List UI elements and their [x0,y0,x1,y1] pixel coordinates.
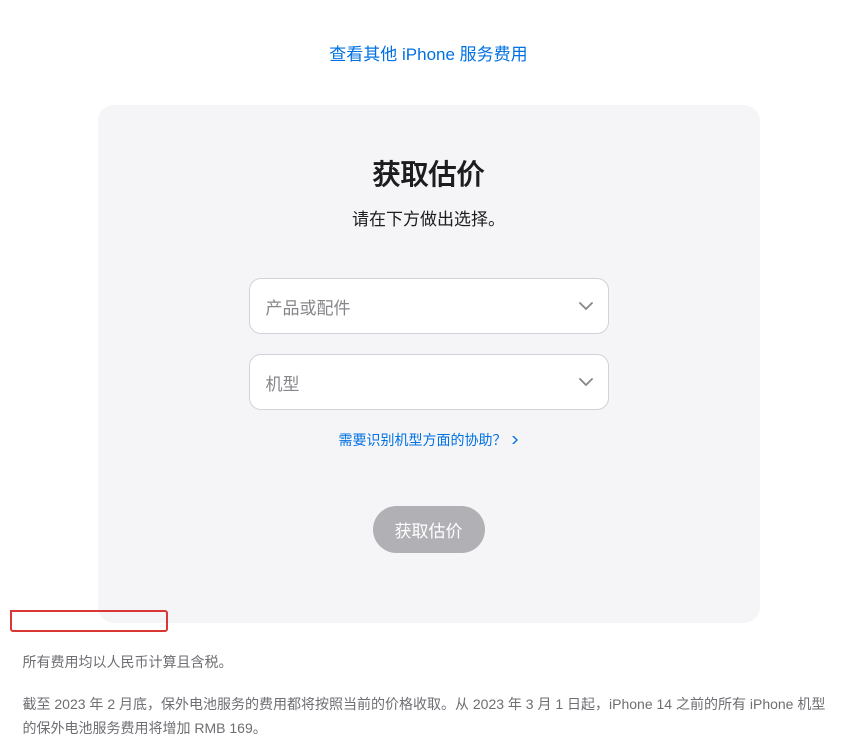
other-services-link[interactable]: 查看其他 iPhone 服务费用 [0,40,857,65]
identify-model-help-link[interactable]: 需要识别机型方面的协助？ [339,430,519,450]
card-title: 获取估价 [138,153,720,193]
footnotes: 所有费用均以人民币计算且含税。 截至 2023 年 2 月底，保外电池服务的费用… [13,651,845,740]
product-select-placeholder: 产品或配件 [249,278,609,334]
chevron-right-icon [511,436,519,444]
help-link-text: 需要识别机型方面的协助？ [339,430,507,450]
product-select[interactable]: 产品或配件 [249,278,609,334]
footnote-price-increase: 截至 2023 年 2 月底，保外电池服务的费用都将按照当前的价格收取。从 20… [23,693,835,740]
estimate-card: 获取估价 请在下方做出选择。 产品或配件 机型 需要识别机型方面的协助？ 获取估… [98,105,760,623]
get-estimate-button[interactable]: 获取估价 [373,506,485,553]
model-select-placeholder: 机型 [249,354,609,410]
model-select[interactable]: 机型 [249,354,609,410]
card-subtitle: 请在下方做出选择。 [138,205,720,230]
